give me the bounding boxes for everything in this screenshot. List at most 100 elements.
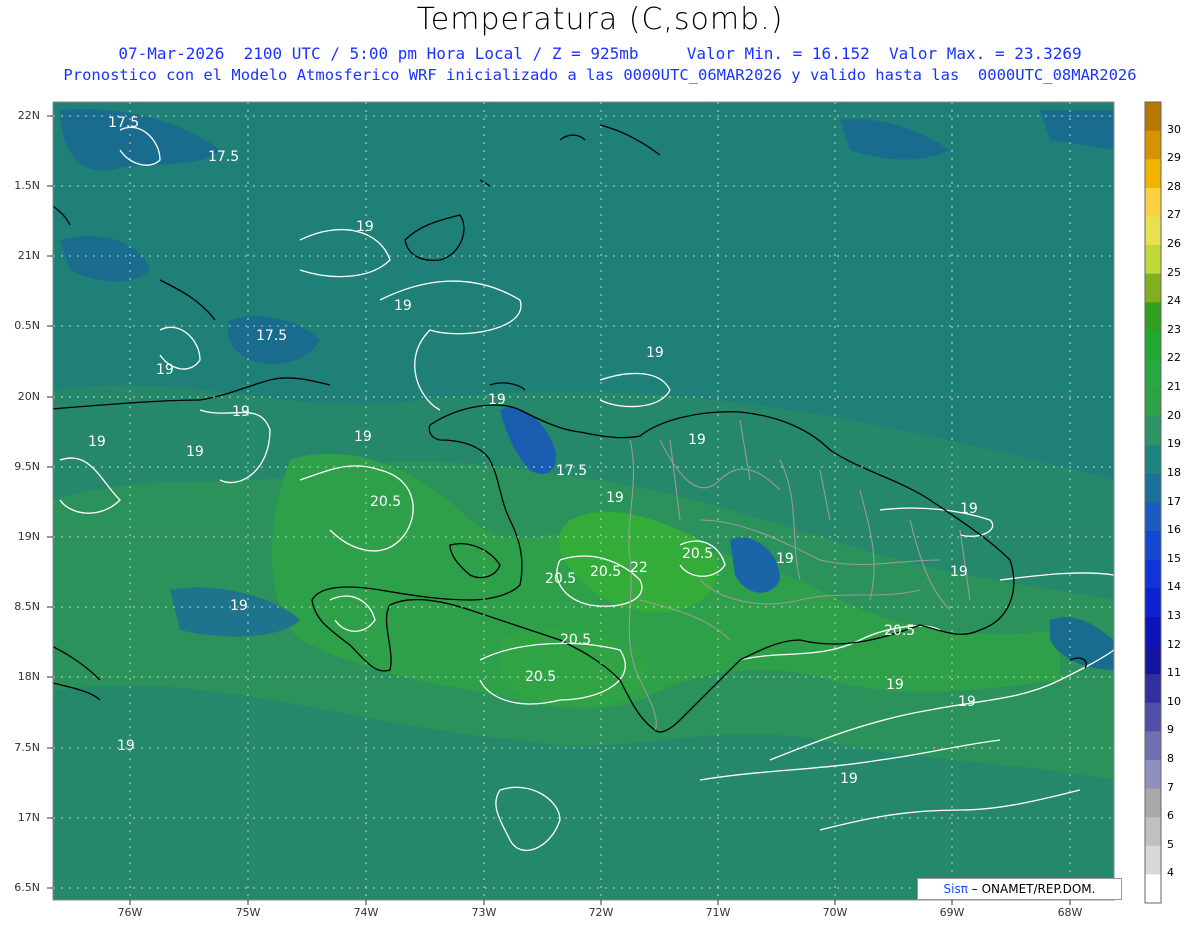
colorbar-label: 8	[1167, 751, 1174, 765]
contour-label: 20.5	[560, 632, 591, 648]
colorbar-label: 20	[1167, 408, 1181, 422]
colorbar-label: 13	[1167, 608, 1181, 622]
contour-label: 19	[156, 362, 174, 378]
colorbar-swatch	[1145, 845, 1161, 875]
contour-label: 19	[354, 429, 372, 445]
credit-org: – ONAMET/REP.DOM.	[967, 882, 1096, 896]
colorbar-swatch	[1145, 416, 1161, 446]
lon-label: 76W	[117, 906, 143, 919]
contour-label: 20.5	[682, 546, 713, 562]
colorbar-swatch	[1145, 359, 1161, 389]
colorbar-swatch	[1145, 588, 1161, 618]
contour-label: 19	[950, 564, 968, 580]
valid-time-line: 07-Mar-2026 2100 UTC / 5:00 pm Hora Loca…	[118, 44, 1082, 63]
lat-label: 1.5N	[14, 179, 40, 192]
lon-label: 72W	[588, 906, 614, 919]
contour-label: 19	[117, 738, 135, 754]
contour-label: 20.5	[545, 571, 576, 587]
lat-label: 6.5N	[14, 881, 40, 894]
colorbar-label: 18	[1167, 465, 1181, 479]
colorbar-swatch	[1145, 445, 1161, 475]
colorbar-label: 16	[1167, 523, 1181, 537]
contour-label: 20.5	[525, 669, 556, 685]
lat-label: 22N	[17, 109, 40, 122]
colorbar-label: 24	[1167, 294, 1181, 308]
colorbar-label: 28	[1167, 179, 1181, 193]
colorbar-swatch	[1145, 388, 1161, 418]
contour-label: 19	[356, 219, 374, 235]
contour-label: 19	[960, 501, 978, 517]
contour-label: 17.5	[208, 149, 239, 165]
colorbar-label: 10	[1167, 694, 1181, 708]
credit-box: Sisπ – ONAMET/REP.DOM.	[917, 878, 1122, 900]
colorbar-label: 30	[1167, 122, 1181, 136]
colorbar-label: 23	[1167, 322, 1181, 336]
colorbar-label: 25	[1167, 265, 1181, 279]
colorbar-swatch	[1145, 616, 1161, 647]
lat-label: 21N	[17, 249, 40, 262]
colorbar-label: 11	[1167, 666, 1181, 680]
colorbar-label: 22	[1167, 351, 1181, 365]
colorbar-swatch	[1145, 502, 1161, 532]
lon-label: 69W	[939, 906, 965, 919]
colorbar-swatch	[1145, 102, 1161, 132]
colorbar-swatch	[1145, 187, 1161, 217]
lat-label: 0.5N	[14, 319, 40, 332]
colorbar-swatch	[1145, 874, 1161, 904]
colorbar-swatch	[1145, 245, 1161, 275]
contour-label: 19	[886, 677, 904, 693]
contour-label: 17.5	[556, 463, 587, 479]
contour-label: 19	[840, 771, 858, 787]
model-info-line: Pronostico con el Modelo Atmosferico WRF…	[63, 66, 1137, 84]
lon-label: 73W	[471, 906, 497, 919]
contour-label: 20.5	[590, 564, 621, 580]
map-field: 17.5 17.5 17.5 17.5 19 19 19 19 19 19 19 19 19 19 19 19…	[53, 102, 1114, 900]
lat-label: 17N	[17, 811, 40, 824]
lat-label: 8.5N	[14, 600, 40, 613]
contour-label: 19	[606, 490, 624, 506]
colorbar-label: 15	[1167, 551, 1181, 565]
contour-label: 19	[488, 392, 506, 408]
credit-logo: Sisπ	[943, 882, 968, 896]
contour-label: 19	[230, 598, 248, 614]
temperature-map: 17.5 17.5 17.5 17.5 19 19 19 19 19 19 19 19 19 19 19 19…	[47, 101, 1162, 905]
colorbar-swatch	[1145, 759, 1161, 790]
lat-label: 18N	[17, 670, 40, 683]
colorbar-label: 9	[1167, 723, 1174, 737]
colorbar-swatch	[1145, 330, 1161, 360]
colorbar-label: 7	[1167, 780, 1174, 794]
colorbar-label: 27	[1167, 208, 1181, 222]
colorbar-swatch	[1145, 216, 1161, 246]
contour-label: 19	[186, 444, 204, 460]
lat-label: 9.5N	[14, 460, 40, 473]
colorbar-swatch	[1145, 788, 1161, 818]
colorbar-label: 17	[1167, 494, 1181, 508]
colorbar-label: 6	[1167, 809, 1174, 823]
colorbar-label: 14	[1167, 580, 1181, 594]
colorbar-swatch	[1145, 674, 1161, 704]
colorbar-label: 29	[1167, 151, 1181, 165]
contour-label: 19	[394, 298, 412, 314]
colorbar-swatch	[1145, 130, 1161, 160]
colorbar-swatch	[1145, 302, 1161, 332]
lon-label: 68W	[1057, 906, 1083, 919]
contour-label: 19	[688, 432, 706, 448]
colorbar-label: 19	[1167, 437, 1181, 451]
contour-label: 19	[232, 404, 250, 420]
lon-label: 74W	[353, 906, 379, 919]
lat-label: 7.5N	[14, 741, 40, 754]
contour-label: 19	[646, 345, 664, 361]
lon-label: 71W	[705, 906, 731, 919]
contour-label: 22	[630, 560, 648, 576]
contour-label: 19	[958, 694, 976, 710]
colorbar-swatch	[1145, 731, 1161, 761]
colorbar-label: 4	[1167, 866, 1174, 880]
colorbar-swatch	[1145, 273, 1161, 303]
contour-label: 17.5	[108, 115, 139, 131]
colorbar-label: 12	[1167, 637, 1181, 651]
colorbar-swatch	[1145, 817, 1161, 847]
colorbar-label: 26	[1167, 237, 1181, 251]
lat-label: 20N	[17, 390, 40, 403]
lon-label: 75W	[235, 906, 261, 919]
colorbar-swatch	[1145, 645, 1161, 675]
